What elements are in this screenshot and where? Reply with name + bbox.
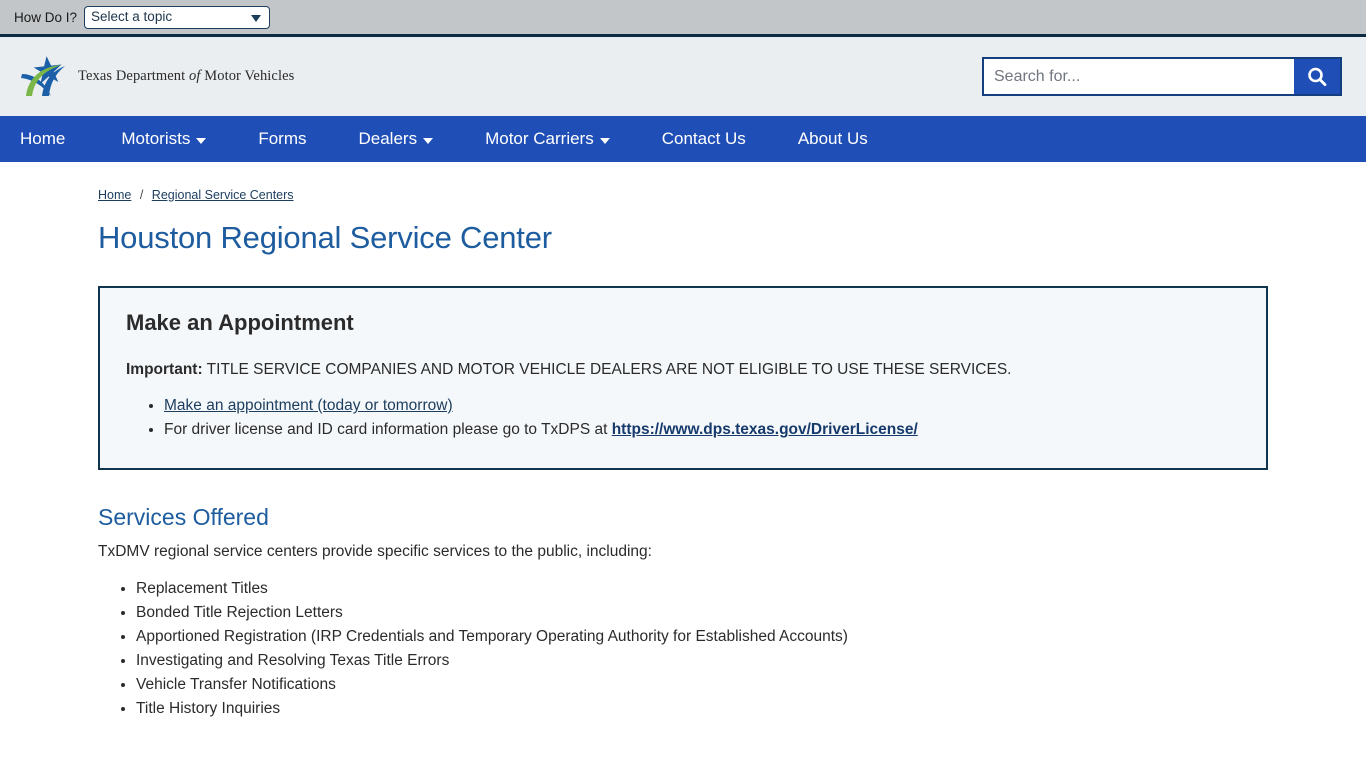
driver-license-text: For driver license and ID card informati… bbox=[164, 421, 612, 439]
nav-label-dealers: Dealers bbox=[358, 129, 418, 148]
chevron-down-icon bbox=[599, 137, 610, 144]
make-appointment-link[interactable]: Make an appointment (today or tomorrow) bbox=[164, 397, 453, 414]
txdmv-star-logo bbox=[21, 55, 65, 96]
site-header: Texas Department of Motor Vehicles bbox=[0, 37, 1366, 116]
nav-label-forms: Forms bbox=[258, 129, 307, 148]
brand-text-of: of bbox=[189, 68, 201, 84]
nav-label-contact-us: Contact Us bbox=[661, 129, 746, 148]
brand-text-pre: Texas Department bbox=[78, 68, 190, 84]
search-input[interactable] bbox=[984, 59, 1294, 94]
brand-logo-link[interactable]: Texas Department of Motor Vehicles bbox=[18, 54, 294, 100]
chevron-down-icon bbox=[423, 137, 434, 144]
breadcrumb-home[interactable]: Home bbox=[98, 188, 131, 202]
search-icon bbox=[1308, 67, 1327, 86]
list-item: Make an appointment (today or tomorrow) bbox=[164, 394, 1240, 418]
breadcrumb: Home / Regional Service Centers bbox=[98, 188, 1268, 202]
nav-item-home[interactable]: Home bbox=[20, 116, 95, 162]
top-utility-bar: How Do I? Select a topic bbox=[0, 0, 1366, 37]
nav-label-about-us: About Us bbox=[797, 129, 868, 148]
callout-important-note: Important: TITLE SERVICE COMPANIES AND M… bbox=[126, 360, 1240, 380]
list-item: Investigating and Resolving Texas Title … bbox=[136, 649, 1268, 673]
nav-item-dealers[interactable]: Dealers bbox=[333, 116, 460, 162]
services-intro: TxDMV regional service centers provide s… bbox=[98, 543, 652, 561]
topic-select-value: Select a topic bbox=[91, 9, 173, 25]
nav-item-motorists[interactable]: Motorists bbox=[95, 116, 232, 162]
nav-label-home: Home bbox=[20, 129, 66, 148]
nav-item-contact-us[interactable]: Contact Us bbox=[636, 116, 772, 162]
nav-label-motor-carriers: Motor Carriers bbox=[485, 129, 594, 148]
chevron-down-icon bbox=[196, 137, 207, 144]
list-item: Vehicle Transfer Notifications bbox=[136, 673, 1268, 697]
callout-list: Make an appointment (today or tomorrow) … bbox=[126, 394, 1240, 442]
list-item: Apportioned Registration (IRP Credential… bbox=[136, 625, 1268, 649]
brand-text-post: Motor Vehicles bbox=[200, 68, 295, 84]
important-text: TITLE SERVICE COMPANIES AND MOTOR VEHICL… bbox=[202, 361, 1012, 378]
nav-item-about-us[interactable]: About Us bbox=[772, 116, 894, 162]
breadcrumb-regional-service-centers[interactable]: Regional Service Centers bbox=[152, 188, 294, 202]
breadcrumb-separator: / bbox=[139, 188, 144, 202]
list-item: For driver license and ID card informati… bbox=[164, 418, 1240, 442]
topic-select[interactable]: Select a topic bbox=[84, 5, 271, 29]
chevron-down-icon bbox=[251, 15, 262, 22]
nav-item-motor-carriers[interactable]: Motor Carriers bbox=[459, 116, 636, 162]
main-navigation: Home Motorists Forms Dealers Motor Carri… bbox=[0, 116, 1366, 162]
list-item: Title History Inquiries bbox=[136, 697, 1268, 721]
services-list: Replacement Titles Bonded Title Rejectio… bbox=[98, 577, 1268, 721]
site-search bbox=[982, 57, 1342, 96]
page-title: Houston Regional Service Center bbox=[98, 220, 552, 255]
page-content: Home / Regional Service Centers Houston … bbox=[0, 162, 1366, 721]
search-submit-button[interactable] bbox=[1294, 59, 1340, 94]
important-label: Important: bbox=[126, 361, 203, 378]
list-item: Bonded Title Rejection Letters bbox=[136, 601, 1268, 625]
callout-title: Make an Appointment bbox=[126, 310, 354, 335]
make-an-appointment-callout: Make an Appointment Important: TITLE SER… bbox=[98, 286, 1268, 471]
list-item: Replacement Titles bbox=[136, 577, 1268, 601]
nav-label-motorists: Motorists bbox=[121, 129, 191, 148]
txdps-driverlicense-link[interactable]: https://www.dps.texas.gov/DriverLicense/ bbox=[612, 421, 918, 438]
nav-item-forms[interactable]: Forms bbox=[232, 116, 332, 162]
services-offered-title: Services Offered bbox=[98, 504, 269, 531]
how-do-i-label: How Do I? bbox=[14, 9, 78, 25]
brand-wordmark: Texas Department of Motor Vehicles bbox=[78, 68, 294, 85]
